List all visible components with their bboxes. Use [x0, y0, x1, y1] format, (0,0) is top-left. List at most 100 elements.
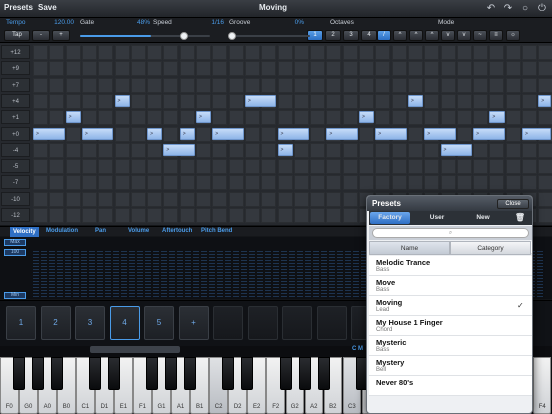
- grid-cell[interactable]: [375, 175, 391, 191]
- grid-cell[interactable]: [277, 191, 293, 207]
- grid-cell[interactable]: [147, 191, 163, 207]
- tap-button[interactable]: Tap: [4, 30, 30, 41]
- grid-cell[interactable]: [359, 93, 374, 109]
- velocity-bar[interactable]: [337, 251, 343, 299]
- grid-cell[interactable]: [33, 110, 48, 126]
- grid-cell[interactable]: [114, 110, 130, 126]
- grid-cell[interactable]: [293, 175, 309, 191]
- grid-cell[interactable]: [505, 175, 521, 191]
- grid-cell[interactable]: [49, 77, 65, 93]
- tempo-minus-button[interactable]: -: [32, 30, 50, 41]
- pattern-pad-empty[interactable]: [282, 306, 312, 340]
- grid-cell[interactable]: [456, 175, 472, 191]
- grid-cell[interactable]: [538, 61, 552, 77]
- grid-cell[interactable]: [147, 175, 163, 191]
- velocity-bar[interactable]: [297, 251, 303, 299]
- segment-factory[interactable]: Factory: [370, 212, 410, 224]
- note-block[interactable]: >: [147, 127, 163, 140]
- grid-cell[interactable]: [473, 61, 489, 77]
- note-block[interactable]: >: [163, 143, 195, 156]
- grid-cell[interactable]: [391, 159, 407, 175]
- velocity-bar[interactable]: [105, 251, 111, 299]
- grid-cell[interactable]: [277, 110, 293, 126]
- grid-cell[interactable]: [212, 142, 228, 158]
- grid-cell[interactable]: [49, 110, 65, 126]
- grid-cell[interactable]: [212, 110, 228, 126]
- note-block[interactable]: >: [538, 94, 551, 107]
- black-key[interactable]: [89, 357, 102, 390]
- pattern-pad-1[interactable]: 1: [6, 306, 36, 340]
- grid-cell[interactable]: [196, 61, 211, 77]
- grid-cell[interactable]: [342, 61, 358, 77]
- grid-cell[interactable]: [375, 45, 391, 60]
- grid-cell[interactable]: [293, 45, 309, 60]
- grid-cell[interactable]: [440, 110, 456, 126]
- grid-cell[interactable]: [196, 142, 211, 158]
- grid-cell[interactable]: [456, 45, 472, 60]
- grid-cell[interactable]: [522, 142, 537, 158]
- grid-cell[interactable]: [261, 110, 277, 126]
- grid-cell[interactable]: [81, 45, 97, 60]
- power-icon[interactable]: ⏻: [536, 3, 548, 15]
- grid-cell[interactable]: [196, 159, 211, 175]
- grid-cell[interactable]: [359, 142, 374, 158]
- grid-cell[interactable]: [244, 61, 260, 77]
- black-key[interactable]: [51, 357, 64, 390]
- grid-cell[interactable]: [147, 208, 163, 223]
- grid-cell[interactable]: [293, 142, 309, 158]
- grid-cell[interactable]: [293, 191, 309, 207]
- grid-cell[interactable]: [391, 142, 407, 158]
- grid-cell[interactable]: [244, 159, 260, 175]
- grid-cell[interactable]: [359, 175, 374, 191]
- grid-cell[interactable]: [456, 110, 472, 126]
- grid-cell[interactable]: [310, 191, 326, 207]
- grid-cell[interactable]: [456, 159, 472, 175]
- grid-cell[interactable]: [391, 45, 407, 60]
- grid-cell[interactable]: [261, 45, 277, 60]
- grid-cell[interactable]: [473, 159, 489, 175]
- velocity-bar[interactable]: [313, 251, 319, 299]
- grid-cell[interactable]: [65, 45, 81, 60]
- grid-cell[interactable]: [33, 159, 48, 175]
- grid-cell[interactable]: [473, 142, 489, 158]
- grid-cell[interactable]: [163, 126, 179, 142]
- grid-cell[interactable]: [375, 93, 391, 109]
- grid-cell[interactable]: [130, 93, 146, 109]
- velocity-bar[interactable]: [73, 251, 79, 299]
- grid-cell[interactable]: [310, 61, 326, 77]
- grid-cell[interactable]: [391, 93, 407, 109]
- velocity-bar[interactable]: [273, 251, 279, 299]
- grid-cell[interactable]: [261, 175, 277, 191]
- grid-cell[interactable]: [375, 142, 391, 158]
- black-key[interactable]: [108, 357, 121, 390]
- grid-cell[interactable]: [65, 93, 81, 109]
- grid-cell[interactable]: [489, 61, 505, 77]
- grid-cell[interactable]: [342, 45, 358, 60]
- grid-cell[interactable]: [130, 61, 146, 77]
- grid-cell[interactable]: [212, 175, 228, 191]
- grid-cell[interactable]: [196, 93, 211, 109]
- grid-cell[interactable]: [407, 110, 423, 126]
- black-key[interactable]: [317, 357, 330, 390]
- grid-cell[interactable]: [163, 159, 179, 175]
- velocity-bar[interactable]: [161, 251, 167, 299]
- grid-cell[interactable]: [375, 159, 391, 175]
- grid-cell[interactable]: [81, 110, 97, 126]
- velocity-bar[interactable]: [113, 251, 119, 299]
- tempo-plus-button[interactable]: +: [52, 30, 70, 41]
- grid-cell[interactable]: [424, 61, 440, 77]
- grid-cell[interactable]: [538, 142, 552, 158]
- grid-cell[interactable]: [228, 142, 244, 158]
- grid-cell[interactable]: [65, 61, 81, 77]
- grid-cell[interactable]: [407, 142, 423, 158]
- grid-cell[interactable]: [81, 93, 97, 109]
- grid-cell[interactable]: [147, 61, 163, 77]
- grid-cell[interactable]: [65, 208, 81, 223]
- grid-cell[interactable]: [196, 175, 211, 191]
- grid-cell[interactable]: [244, 77, 260, 93]
- velocity-bar[interactable]: [65, 251, 71, 299]
- grid-cell[interactable]: [522, 175, 537, 191]
- controller-tab-aftertouch[interactable]: Aftertouch: [162, 228, 192, 234]
- grid-cell[interactable]: [130, 191, 146, 207]
- grid-cell[interactable]: [163, 208, 179, 223]
